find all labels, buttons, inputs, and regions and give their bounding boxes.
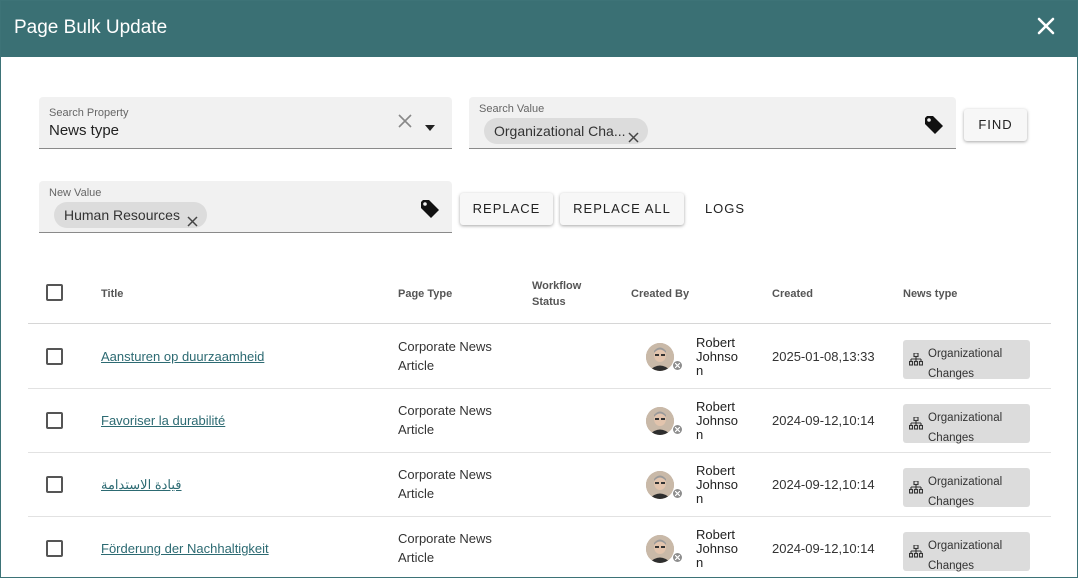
- news-type-label: Organizational Changes: [928, 476, 1003, 508]
- avatar: [646, 407, 674, 435]
- column-workflow-status[interactable]: Workflow Status: [532, 278, 592, 310]
- news-type-label: Organizational Changes: [928, 412, 1003, 444]
- created-date: 2025-01-08,13:33: [772, 349, 875, 364]
- page-title-link[interactable]: Aansturen op duurzaamheid: [101, 349, 264, 364]
- org-chart-icon: [908, 352, 924, 366]
- column-created[interactable]: Created: [772, 286, 813, 302]
- bulk-update-dialog: Page Bulk Update Search Property News ty…: [0, 0, 1078, 578]
- new-value-chip: Human Resources: [54, 202, 207, 228]
- page-title-link[interactable]: قيادة الاستدامة: [101, 477, 182, 493]
- created-date: 2024-09-12,10:14: [772, 413, 875, 428]
- search-value-chip-label: Organizational Cha...: [494, 123, 626, 139]
- table-header: Title Page Type Workflow Status Created …: [28, 261, 1051, 324]
- created-by-name: Robert Johnson: [696, 527, 738, 570]
- column-page-type[interactable]: Page Type: [398, 286, 452, 302]
- news-type-tag: Organizational Changes: [903, 532, 1030, 572]
- avatar: [646, 471, 674, 499]
- search-property-label: Search Property: [49, 107, 129, 119]
- chip-remove-icon[interactable]: [187, 209, 198, 227]
- created-date: 2024-09-12,10:14: [772, 541, 875, 556]
- new-value-field[interactable]: New Value Human Resources: [39, 181, 452, 233]
- column-created-by[interactable]: Created By: [631, 286, 689, 302]
- new-value-chip-label: Human Resources: [64, 207, 180, 223]
- row-checkbox[interactable]: [46, 476, 63, 493]
- dialog-header: Page Bulk Update: [1, 1, 1077, 57]
- table-row: قيادة الاستدامة Corporate News Article R…: [28, 453, 1051, 517]
- page-type: Corporate News Article: [398, 403, 492, 437]
- created-by-name: Robert Johnson: [696, 335, 738, 378]
- created-date: 2024-09-12,10:14: [772, 477, 875, 492]
- find-button[interactable]: FIND: [964, 109, 1027, 141]
- replace-all-button[interactable]: REPLACE ALL: [560, 193, 684, 225]
- new-value-label: New Value: [49, 187, 102, 199]
- logs-button[interactable]: LOGS: [695, 193, 755, 225]
- org-chart-icon: [908, 480, 924, 494]
- news-type-label: Organizational Changes: [928, 540, 1003, 572]
- created-by-name: Robert Johnson: [696, 463, 738, 506]
- page-type: Corporate News Article: [398, 531, 492, 565]
- status-icon: [672, 360, 683, 371]
- search-value-label: Search Value: [479, 103, 545, 115]
- avatar: [646, 535, 674, 563]
- page-title-link[interactable]: Förderung der Nachhaltigkeit: [101, 541, 269, 556]
- news-type-tag: Organizational Changes: [903, 468, 1030, 508]
- page-title-link[interactable]: Favoriser la durabilité: [101, 413, 225, 428]
- column-news-type[interactable]: News type: [903, 286, 957, 302]
- page-type: Corporate News Article: [398, 467, 492, 501]
- dialog-title: Page Bulk Update: [14, 17, 168, 38]
- news-type-tag: Organizational Changes: [903, 404, 1030, 444]
- status-icon: [672, 424, 683, 435]
- table-row: Favoriser la durabilité Corporate News A…: [28, 389, 1051, 453]
- search-property-value: News type: [49, 122, 120, 139]
- news-type-tag: Organizational Changes: [903, 340, 1030, 380]
- org-chart-icon: [908, 416, 924, 430]
- tag-icon[interactable]: [924, 115, 944, 135]
- status-icon: [672, 552, 683, 563]
- avatar: [646, 343, 674, 371]
- table-row: Aansturen op duurzaamheid Corporate News…: [28, 325, 1051, 389]
- search-property-select[interactable]: Search Property News type: [39, 97, 452, 149]
- search-value-field[interactable]: Search Value Organizational Cha...: [469, 97, 956, 149]
- row-checkbox[interactable]: [46, 348, 63, 365]
- status-icon: [672, 488, 683, 499]
- replace-button[interactable]: REPLACE: [460, 193, 553, 225]
- tag-icon[interactable]: [420, 199, 440, 219]
- table-row: Förderung der Nachhaltigkeit Corporate N…: [28, 517, 1051, 577]
- page-type: Corporate News Article: [398, 339, 492, 373]
- select-all-checkbox[interactable]: [46, 284, 63, 301]
- created-by-name: Robert Johnson: [696, 399, 738, 442]
- chip-remove-icon[interactable]: [628, 125, 639, 143]
- chevron-down-icon[interactable]: [425, 118, 435, 131]
- close-icon[interactable]: [1035, 15, 1057, 39]
- org-chart-icon: [908, 544, 924, 558]
- row-checkbox[interactable]: [46, 540, 63, 557]
- news-type-label: Organizational Changes: [928, 348, 1003, 380]
- clear-icon[interactable]: [398, 114, 412, 128]
- row-checkbox[interactable]: [46, 412, 63, 429]
- column-title[interactable]: Title: [101, 286, 123, 302]
- search-value-chip: Organizational Cha...: [484, 118, 648, 144]
